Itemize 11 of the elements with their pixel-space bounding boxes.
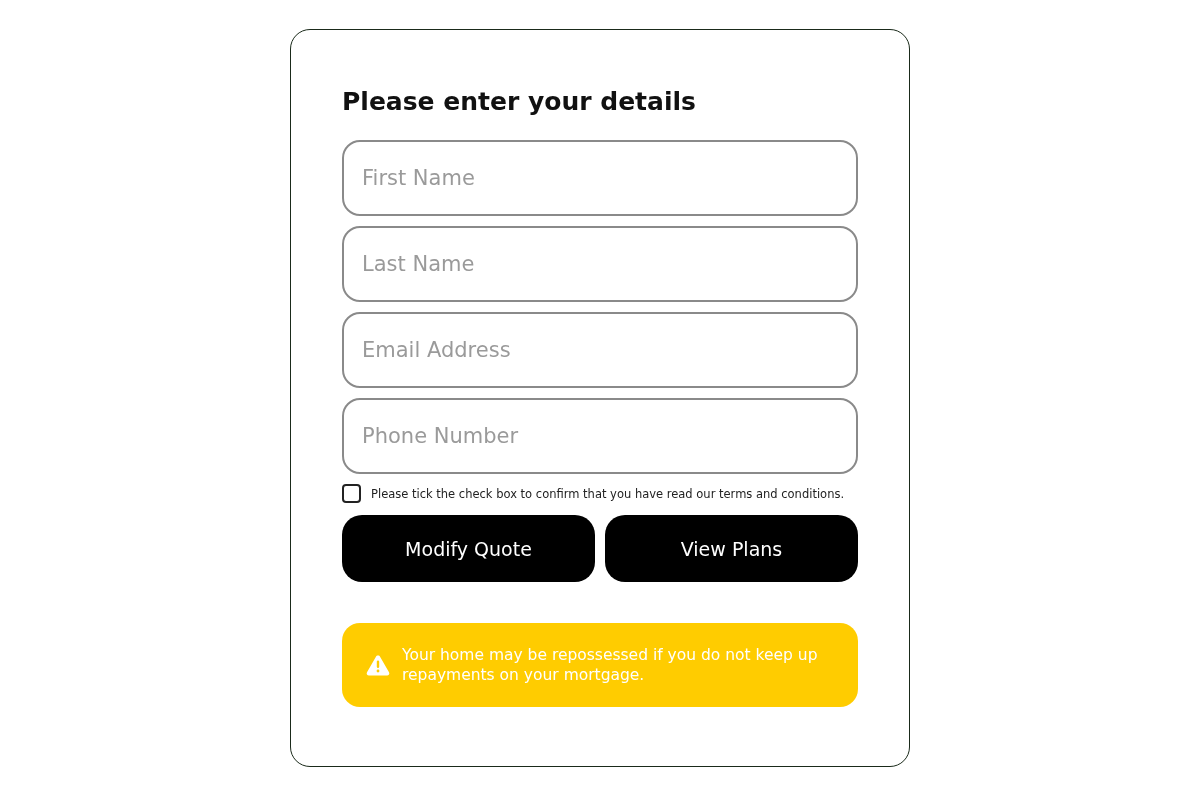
warning-icon: [366, 654, 390, 676]
action-button[interactable]: Modify Quote: [342, 515, 595, 582]
input-field[interactable]: Email Address: [342, 312, 858, 388]
form-title: Please enter your details: [342, 86, 697, 118]
consent-label: Please tick the check box to confirm that you have read our terms and conditions.: [371, 486, 845, 501]
action-button[interactable]: View Plans: [605, 515, 858, 582]
input-field[interactable]: Phone Number: [342, 398, 858, 474]
input-field[interactable]: Last Name: [342, 226, 858, 302]
input-field[interactable]: First Name: [342, 140, 858, 216]
warning-text: Your home may be repossessed if you do not keep up repayments on your mortgage.: [402, 645, 819, 685]
checkbox[interactable]: [342, 484, 361, 503]
